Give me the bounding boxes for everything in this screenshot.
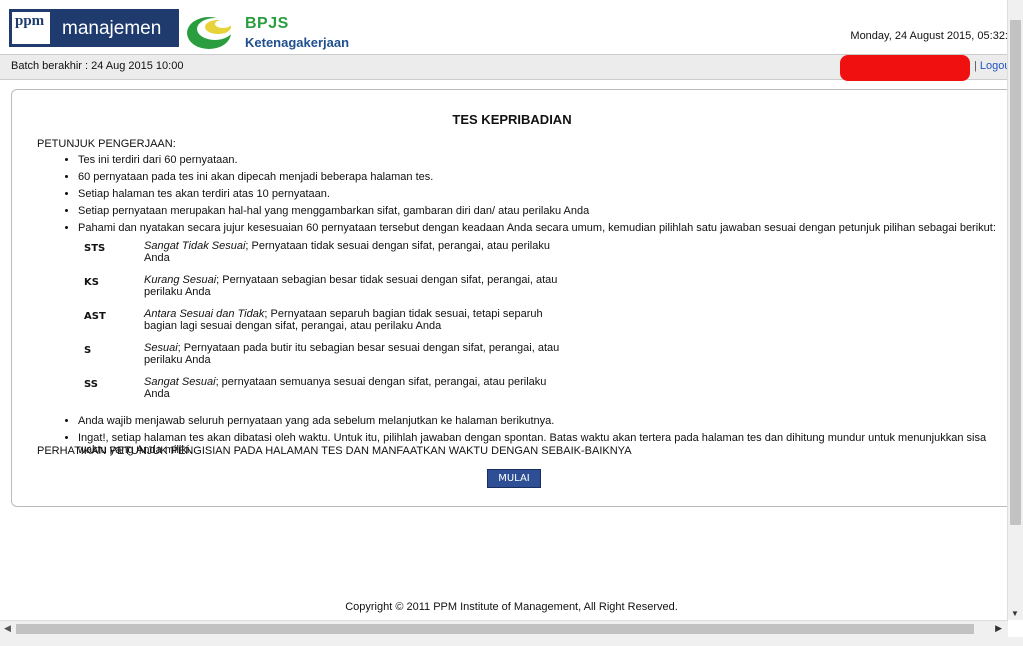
legend-code: AST <box>84 311 106 322</box>
page-viewport: ppm manajemen BPJS Ketenagakerjaan Monda… <box>0 0 1008 620</box>
horizontal-scrollbar[interactable]: ◀ ▶ <box>0 620 1008 637</box>
instructions-heading: PETUNJUK PENGERJAAN: <box>37 138 176 150</box>
legend-description: Sangat Sesuai; pernyataan semuanya sesua… <box>144 376 574 410</box>
table-row: STS Sangat Tidak Sesuai; Pernyataan tida… <box>84 240 574 274</box>
scroll-right-arrow-icon[interactable]: ▶ <box>995 623 1002 634</box>
legend-term: Sangat Tidak Sesuai <box>144 240 246 252</box>
scroll-down-arrow-icon[interactable]: ▼ <box>1011 609 1019 618</box>
bpjs-title: BPJS <box>245 15 289 32</box>
redacted-username <box>840 55 970 81</box>
logout-separator: | <box>974 60 977 72</box>
start-test-button[interactable]: MULAI <box>487 469 541 488</box>
list-item: Tes ini terdiri dari 60 pernyataan. <box>78 154 998 166</box>
legend-code: KS <box>84 277 99 288</box>
list-item-text: Pahami dan nyatakan secara jujur kesesua… <box>78 222 996 234</box>
legend-description: Antara Sesuai dan Tidak; Pernyataan sepa… <box>144 308 574 342</box>
current-datetime: Monday, 24 August 2015, 05:32: <box>850 30 1008 42</box>
bpjs-leaf-icon <box>187 17 233 49</box>
page-title: TES KEPRIBADIAN <box>452 112 572 127</box>
list-item: Anda wajib menjawab seluruh pernyataan y… <box>78 415 998 427</box>
legend-term: Antara Sesuai dan Tidak <box>144 308 265 320</box>
legend-code: SS <box>84 379 98 390</box>
copyright-footer: Copyright © 2011 PPM Institute of Manage… <box>345 601 678 613</box>
list-item: 60 pernyataan pada tes ini akan dipecah … <box>78 171 998 183</box>
legend-description: Kurang Sesuai; Pernyataan sebagian besar… <box>144 274 574 308</box>
table-row: AST Antara Sesuai dan Tidak; Pernyataan … <box>84 308 574 342</box>
table-row: KS Kurang Sesuai; Pernyataan sebagian be… <box>84 274 574 308</box>
batch-deadline: Batch berakhir : 24 Aug 2015 10:00 <box>11 60 184 72</box>
table-row: S Sesuai; Pernyataan pada butir itu seba… <box>84 342 574 376</box>
horizontal-scroll-thumb[interactable] <box>16 624 974 634</box>
vertical-scrollbar[interactable]: ▼ <box>1007 0 1023 620</box>
ppm-manajemen-logo: ppm manajemen <box>9 9 179 47</box>
window-bottom-edge <box>0 637 1023 646</box>
bpjs-ketenagakerjaan-logo: BPJS Ketenagakerjaan <box>185 11 370 51</box>
legend-text: ; Pernyataan pada butir itu sebagian bes… <box>144 342 560 366</box>
legend-term: Sangat Sesuai <box>144 376 216 388</box>
legend-code: S <box>84 345 92 356</box>
instructions-list: Tes ini terdiri dari 60 pernyataan. 60 p… <box>38 154 998 456</box>
vertical-scroll-thumb[interactable] <box>1010 20 1021 525</box>
list-item: Pahami dan nyatakan secara jujur kesesua… <box>78 222 998 410</box>
session-bar: Batch berakhir : 24 Aug 2015 10:00 | Log… <box>0 55 1008 81</box>
scroll-left-arrow-icon[interactable]: ◀ <box>4 623 11 634</box>
answer-legend-table: STS Sangat Tidak Sesuai; Pernyataan tida… <box>84 240 574 410</box>
logout-link[interactable]: Logou <box>980 60 1008 72</box>
ppm-logo-mark: ppm <box>12 12 50 44</box>
table-row: SS Sangat Sesuai; pernyataan semuanya se… <box>84 376 574 410</box>
ppm-logo-text: manajemen <box>62 18 162 39</box>
legend-term: Kurang Sesuai <box>144 274 217 286</box>
instructions-content: Tes ini terdiri dari 60 pernyataan. 60 p… <box>38 154 998 461</box>
legend-description: Sesuai; Pernyataan pada butir itu sebagi… <box>144 342 574 376</box>
header: ppm manajemen BPJS Ketenagakerjaan Monda… <box>0 0 1008 55</box>
legend-code: STS <box>84 243 106 254</box>
bpjs-subtitle: Ketenagakerjaan <box>245 35 350 50</box>
logout-container: | Logou <box>974 60 1008 72</box>
list-item: Setiap halaman tes akan terdiri atas 10 … <box>78 188 998 200</box>
closing-note: PERHATIKAN PETUNJUK PENGISIAN PADA HALAM… <box>37 445 632 457</box>
list-item: Setiap pernyataan merupakan hal-hal yang… <box>78 205 998 217</box>
instructions-panel: TES KEPRIBADIAN PETUNJUK PENGERJAAN: Tes… <box>11 89 1008 507</box>
legend-description: Sangat Tidak Sesuai; Pernyataan tidak se… <box>144 240 574 274</box>
legend-term: Sesuai <box>144 342 178 354</box>
